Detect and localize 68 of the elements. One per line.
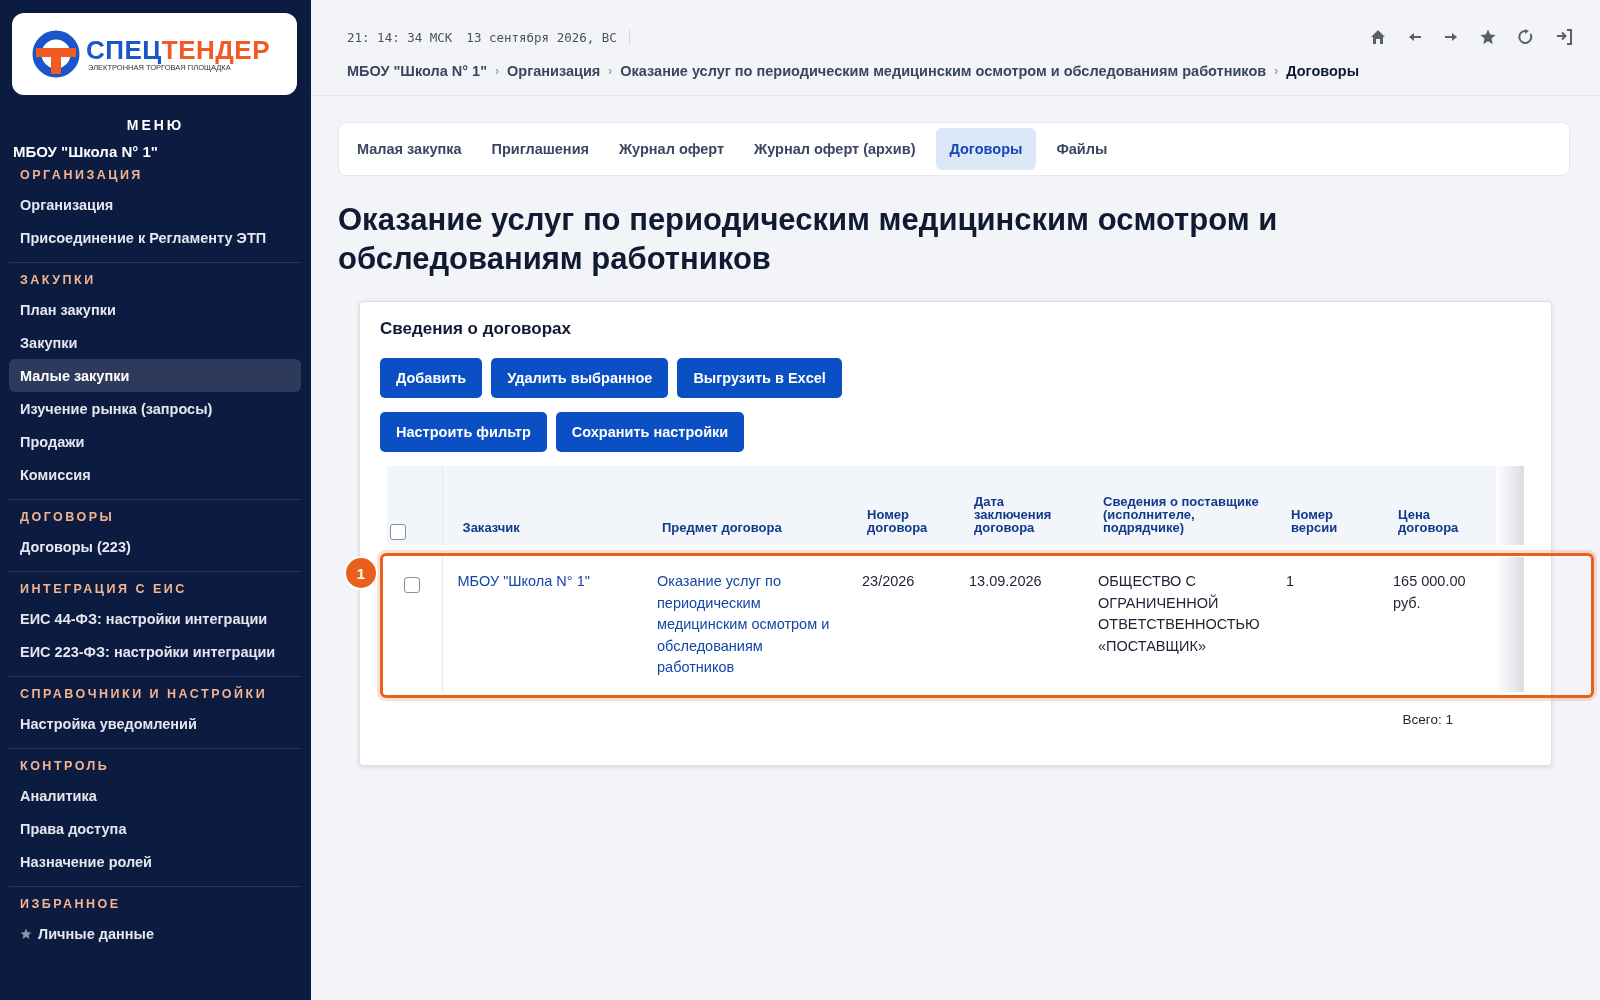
sidebar-item[interactable]: Присоединение к Регламенту ЭТП	[9, 221, 301, 254]
sidebar-item[interactable]: ЕИС 44-ФЗ: настройки интеграции	[9, 602, 301, 635]
panel-title: Сведения о договорах	[380, 319, 572, 339]
logo-emblem-icon	[32, 30, 80, 78]
action-button[interactable]: Удалить выбранное	[491, 358, 669, 398]
sidebar-item[interactable]: Настройка уведомлений	[9, 707, 301, 740]
logo-text: СПЕЦ	[86, 36, 162, 63]
annotation-badge: 1	[344, 556, 378, 590]
section-heading: ОРГАНИЗАЦИЯ	[19, 168, 144, 184]
breadcrumb-separator: ›	[495, 64, 499, 78]
action-button[interactable]: Сохранить настройки	[555, 412, 745, 452]
sidebar-item[interactable]: Продажи	[9, 425, 301, 458]
breadcrumb-separator: ›	[1274, 64, 1279, 78]
sidebar-item[interactable]: Закупки	[9, 326, 301, 359]
row-checkbox[interactable]	[404, 577, 420, 593]
select-all-checkbox[interactable]	[390, 524, 406, 540]
refresh-icon[interactable]	[1518, 29, 1534, 45]
logout-icon[interactable]	[1556, 29, 1572, 45]
sidebar-item[interactable]: Договоры (223)	[9, 530, 301, 563]
page-title: Оказание услуг по периодическим медицинским осмотром и обследованиям работников	[338, 201, 1279, 278]
sidebar-item[interactable]: План закупки	[9, 293, 301, 326]
sidebar-item[interactable]: Организация	[9, 188, 301, 221]
table-cell: 165 000.00 руб.	[1378, 551, 1496, 692]
tab[interactable]: Файлы	[1046, 128, 1118, 170]
table-cell: 1	[1271, 551, 1378, 692]
breadcrumb-link[interactable]: МБОУ "Школа N° 1"	[347, 63, 487, 79]
sidebar-item[interactable]: Права доступа	[9, 812, 301, 845]
table-cell-link[interactable]: Оказание услуг по периодическим медицинским осмотром и обследованиям работников	[642, 551, 847, 692]
action-button[interactable]: Добавить	[380, 358, 483, 398]
sidebar-item[interactable]: ЕИС 223-ФЗ: настройки интеграции	[9, 635, 301, 668]
sidebar-item[interactable]: Назначение ролей	[9, 845, 301, 878]
table-cell: 13.09.2026	[954, 551, 1083, 692]
star-icon	[20, 927, 32, 940]
home-icon[interactable]	[1370, 29, 1386, 45]
section-heading: ЗАКУПКИ	[19, 273, 97, 289]
star-icon[interactable]	[1480, 29, 1496, 45]
tab[interactable]: Журнал оферт (архив)	[744, 128, 926, 170]
breadcrumb-link[interactable]: Организация	[507, 63, 601, 79]
table-cell: 23/2026	[847, 551, 954, 692]
tab[interactable]: Журнал оферт	[609, 128, 735, 170]
tab[interactable]: Малая закупка	[347, 128, 472, 170]
action-button[interactable]: Выгрузить в Excel	[677, 358, 842, 398]
clock: 21: 14: 34 МСК	[347, 29, 453, 45]
total-count: Всего: 1	[1401, 711, 1453, 727]
tab[interactable]: Приглашения	[481, 128, 599, 170]
sidebar-item[interactable]: Аналитика	[9, 779, 301, 812]
table-cell-link[interactable]: МБОУ "Школа N° 1"	[442, 551, 642, 692]
date: 13 сентября 2026, ВС	[466, 29, 630, 45]
sidebar-item[interactable]: Изучение рынка (запросы)	[9, 392, 301, 425]
action-button[interactable]: Настроить фильтр	[380, 412, 547, 452]
sidebar-item[interactable]: Личные данные	[9, 917, 301, 950]
section-heading: СПРАВОЧНИКИ И НАСТРОЙКИ	[19, 687, 269, 703]
organization-name: МБОУ "Школа N° 1"	[13, 143, 159, 160]
menu-title: МЕНЮ	[125, 117, 186, 133]
breadcrumb-current: Договоры	[1286, 63, 1360, 79]
forward-arrow-icon[interactable]	[1444, 31, 1458, 43]
section-heading: ИНТЕГРАЦИЯ С ЕИС	[19, 582, 188, 598]
section-heading: КОНТРОЛЬ	[19, 759, 111, 775]
logo-text: ТЕНДЕР	[161, 36, 271, 63]
section-heading: ИЗБРАННОЕ	[19, 897, 122, 913]
breadcrumb-link[interactable]: Оказание услуг по периодическим медицинским осмотром и обследованиям работников	[620, 63, 1267, 79]
back-arrow-icon[interactable]	[1408, 31, 1422, 43]
table-cell: ОБЩЕСТВО С ОГРАНИЧЕННОЙ ОТВЕТСТВЕННОСТЬЮ «ПОСТАВЩИК»	[1083, 551, 1271, 692]
breadcrumb-separator: ›	[608, 64, 613, 78]
section-heading: ДОГОВОРЫ	[19, 510, 116, 526]
tab[interactable]: Договоры	[935, 128, 1037, 170]
sidebar-item[interactable]: Малые закупки	[9, 359, 301, 392]
sidebar-item[interactable]: Комиссия	[9, 458, 301, 491]
